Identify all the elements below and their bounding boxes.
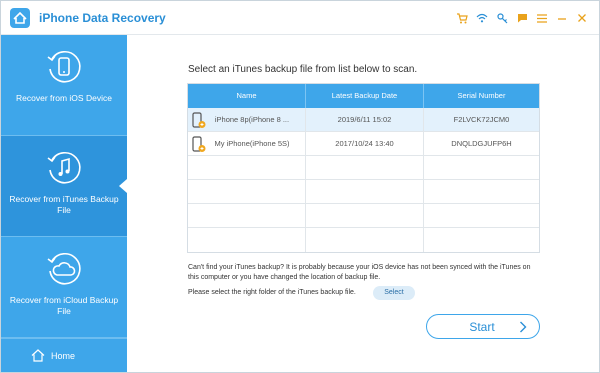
backup-serial: F2LVCK72JCM0	[453, 115, 510, 124]
backup-name: My iPhone(iPhone 5S)	[214, 139, 290, 148]
minimize-icon[interactable]	[555, 11, 569, 25]
title-toolbar	[455, 10, 589, 26]
empty-cell	[188, 156, 306, 180]
cloud-recover-icon	[47, 252, 81, 285]
empty-cell	[424, 228, 539, 252]
iphone-backup-icon	[192, 112, 206, 128]
menu-icon[interactable]	[535, 11, 549, 25]
home-icon	[31, 349, 45, 362]
instruction-text: Select an iTunes backup file from list b…	[188, 64, 418, 75]
empty-cell	[188, 228, 306, 252]
active-item-pointer	[119, 179, 127, 193]
close-icon[interactable]	[575, 11, 589, 25]
app-window: iPhone Data Recovery Recover from iOS De…	[0, 0, 600, 373]
select-folder-label: Please select the right folder of the iT…	[188, 289, 356, 296]
backup-date: 2019/6/11 15:02	[306, 108, 424, 132]
table-row-empty	[188, 228, 539, 252]
main-panel: Select an iTunes backup file from list b…	[127, 35, 599, 372]
backup-serial: DNQLDGJUFP6H	[451, 139, 512, 148]
notice-text: Can't find your iTunes backup? It is pro…	[188, 264, 531, 281]
empty-cell	[306, 156, 424, 180]
table-row-empty	[188, 204, 539, 228]
start-button[interactable]: Start	[426, 314, 540, 339]
backup-name: iPhone 8p(iPhone 8 ...	[214, 115, 290, 124]
chevron-right-icon	[520, 321, 527, 333]
phone-recover-icon	[47, 50, 81, 83]
backup-table: Name Latest Backup Date Serial Number iP…	[187, 83, 540, 253]
select-button[interactable]: Select	[373, 286, 415, 300]
column-header-serial[interactable]: Serial Number	[424, 84, 539, 108]
key-icon[interactable]	[495, 11, 509, 25]
empty-cell	[306, 228, 424, 252]
sidebar-item-label: Recover from iCloud Backup File	[9, 295, 119, 316]
app-title: iPhone Data Recovery	[39, 11, 166, 25]
iphone-backup-icon	[192, 136, 206, 152]
empty-cell	[424, 180, 539, 204]
sidebar-item-label: Recover from iOS Device	[16, 93, 112, 103]
table-row[interactable]: iPhone 8p(iPhone 8 ... 2019/6/11 15:02 F…	[188, 108, 539, 132]
wifi-icon[interactable]	[475, 11, 489, 25]
backup-date: 2017/10/24 13:40	[306, 132, 424, 156]
table-cell-name: My iPhone(iPhone 5S)	[188, 132, 306, 156]
music-recover-icon	[47, 151, 81, 184]
empty-cell	[424, 156, 539, 180]
cart-icon[interactable]	[455, 11, 469, 25]
table-row-empty	[188, 156, 539, 180]
home-label: Home	[51, 351, 76, 361]
title-bar: iPhone Data Recovery	[1, 1, 599, 35]
sidebar: Recover from iOS Device Recover from iTu…	[1, 35, 127, 372]
column-header-date[interactable]: Latest Backup Date	[306, 84, 424, 108]
empty-cell	[306, 204, 424, 228]
sidebar-item-recover-ios[interactable]: Recover from iOS Device	[1, 35, 127, 136]
empty-cell	[424, 204, 539, 228]
app-logo-icon	[10, 8, 30, 28]
table-row[interactable]: My iPhone(iPhone 5S) 2017/10/24 13:40 DN…	[188, 132, 539, 156]
chat-icon[interactable]	[515, 11, 529, 25]
empty-cell	[188, 204, 306, 228]
empty-cell	[306, 180, 424, 204]
empty-cell	[188, 180, 306, 204]
sidebar-item-label: Recover from iTunes Backup File	[9, 194, 119, 215]
column-header-name[interactable]: Name	[188, 84, 306, 108]
table-header: Name Latest Backup Date Serial Number	[188, 84, 539, 108]
table-row-empty	[188, 180, 539, 204]
table-cell-name: iPhone 8p(iPhone 8 ...	[188, 108, 306, 132]
home-button[interactable]: Home	[1, 338, 127, 372]
sidebar-item-recover-icloud[interactable]: Recover from iCloud Backup File	[1, 237, 127, 338]
sidebar-item-recover-itunes[interactable]: Recover from iTunes Backup File	[1, 136, 127, 237]
